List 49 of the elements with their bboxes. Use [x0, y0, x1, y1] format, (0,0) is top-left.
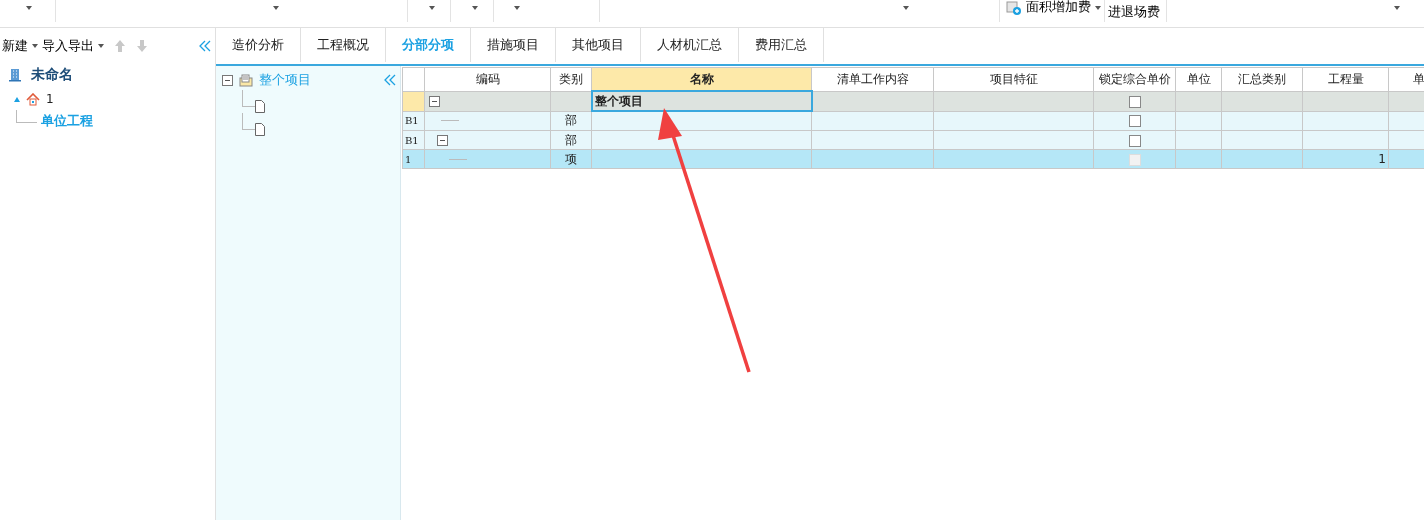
column-header[interactable]: 名称: [591, 67, 812, 91]
caret-icon[interactable]: [98, 44, 104, 48]
site-fee-button[interactable]: 进退场费: [1108, 3, 1160, 21]
caret-icon[interactable]: [1394, 6, 1400, 10]
new-button[interactable]: 新建: [2, 37, 28, 55]
caret-icon[interactable]: [514, 6, 520, 10]
tab[interactable]: 其他项目: [556, 28, 641, 62]
checkbox[interactable]: [1128, 95, 1141, 108]
folder-doc-icon: [239, 73, 253, 87]
collapse-toggle-icon[interactable]: [437, 134, 448, 146]
tab[interactable]: 费用汇总: [739, 28, 824, 62]
collapse-icon[interactable]: [199, 40, 211, 52]
column-header[interactable]: 类别: [550, 67, 592, 91]
checkbox[interactable]: [1128, 115, 1141, 128]
caret-icon[interactable]: [273, 6, 279, 10]
caret-icon[interactable]: [32, 44, 38, 48]
caret-icon[interactable]: [903, 6, 909, 10]
column-header[interactable]: 单: [1388, 67, 1424, 91]
tab[interactable]: 工程概况: [301, 28, 386, 62]
column-header[interactable]: 项目特征: [933, 67, 1094, 91]
column-header[interactable]: 单位: [1175, 67, 1222, 91]
column-header[interactable]: 锁定综合单价: [1093, 67, 1176, 91]
column-header[interactable]: 汇总类别: [1221, 67, 1303, 91]
tree-item[interactable]: 1: [46, 92, 54, 106]
house-icon: [26, 92, 40, 106]
area-fee-button[interactable]: 面积增加费: [1026, 0, 1091, 16]
tree-connector: [16, 109, 37, 123]
building-icon: [8, 68, 22, 82]
caret-icon[interactable]: [429, 6, 435, 10]
column-header[interactable]: 清单工作内容: [811, 67, 934, 91]
collapse-icon[interactable]: [384, 74, 396, 86]
row-number[interactable]: B1: [402, 111, 425, 131]
collapse-toggle-icon[interactable]: [429, 95, 440, 107]
document-icon[interactable]: [255, 123, 265, 136]
table-cell: 整个项目: [591, 91, 812, 111]
tab[interactable]: 人材机汇总: [641, 28, 739, 62]
document-icon[interactable]: [255, 100, 265, 113]
tab[interactable]: 措施项目: [471, 28, 556, 62]
expand-icon[interactable]: [14, 96, 20, 102]
column-header[interactable]: 工程量: [1302, 67, 1389, 91]
caret-icon[interactable]: [1095, 6, 1101, 10]
project-name[interactable]: 未命名: [31, 66, 73, 84]
import-export-button[interactable]: 导入导出: [42, 37, 94, 55]
tab[interactable]: 造价分析: [216, 28, 301, 62]
checkbox[interactable]: [1128, 134, 1141, 147]
column-header[interactable]: 编码: [424, 67, 551, 91]
collapse-toggle-icon[interactable]: [222, 74, 233, 86]
caret-icon[interactable]: [472, 6, 478, 10]
caret-icon[interactable]: [26, 6, 32, 10]
